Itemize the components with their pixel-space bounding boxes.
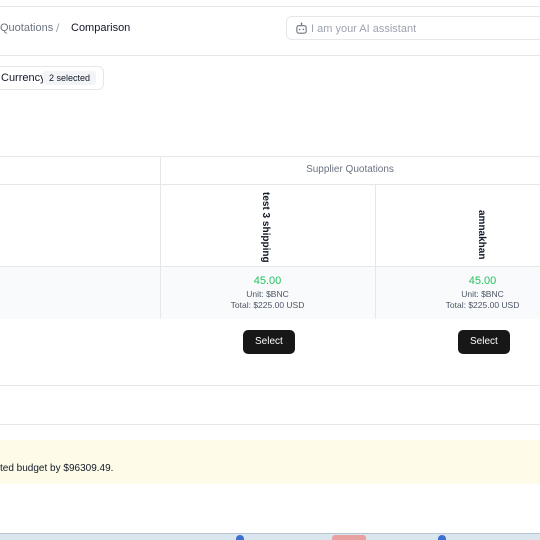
comparison-table: Supplier Quotations test 3 shipping amna… — [0, 156, 540, 386]
bot-icon — [296, 22, 307, 34]
section-divider — [0, 424, 540, 425]
table-header-border — [0, 184, 540, 185]
supplier-name: amnakhan — [476, 210, 487, 260]
taskbar-app-icon[interactable] — [236, 535, 244, 540]
table-bottom-border — [0, 385, 540, 386]
currency-filter-label: Currency — [1, 72, 46, 84]
breadcrumb-quotations[interactable]: Quotations — [0, 22, 53, 34]
budget-notice-text: ted budget by $96309.49. — [0, 463, 114, 474]
breadcrumb-separator: / — [56, 21, 60, 35]
taskbar-app-icon[interactable] — [332, 535, 366, 540]
currency-filter[interactable]: Currency 2 selected — [0, 66, 104, 90]
select-supplier-button[interactable]: Select — [243, 330, 295, 354]
supplier-price: 45.00 — [253, 275, 282, 287]
supplier-price: 45.00 — [468, 275, 497, 287]
taskbar-app-icon[interactable] — [438, 535, 446, 540]
supplier-total: Total: $225.00 USD — [230, 300, 305, 310]
currency-selected-badge: 2 selected — [43, 71, 97, 85]
supplier-price-cell: 45.00 Unit: $BNC Total: $225.00 USD — [160, 267, 375, 310]
supplier-unit: Unit: $BNC — [246, 289, 289, 299]
ai-assistant-search[interactable] — [286, 16, 540, 40]
top-divider — [0, 0, 540, 7]
select-supplier-button[interactable]: Select — [458, 330, 510, 354]
supplier-name: test 3 shipping — [260, 192, 271, 263]
os-taskbar — [0, 533, 540, 540]
supplier-price-cell: 45.00 Unit: $BNC Total: $225.00 USD — [375, 267, 540, 310]
budget-notice: ted budget by $96309.49. — [0, 440, 540, 484]
supplier-quotations-header: Supplier Quotations — [306, 164, 394, 175]
ai-assistant-input[interactable] — [311, 20, 531, 37]
breadcrumb-current: Comparison — [71, 22, 131, 34]
supplier-unit: Unit: $BNC — [461, 289, 504, 299]
page-header: Quotations / Comparison — [0, 8, 540, 56]
supplier-total: Total: $225.00 USD — [445, 300, 520, 310]
